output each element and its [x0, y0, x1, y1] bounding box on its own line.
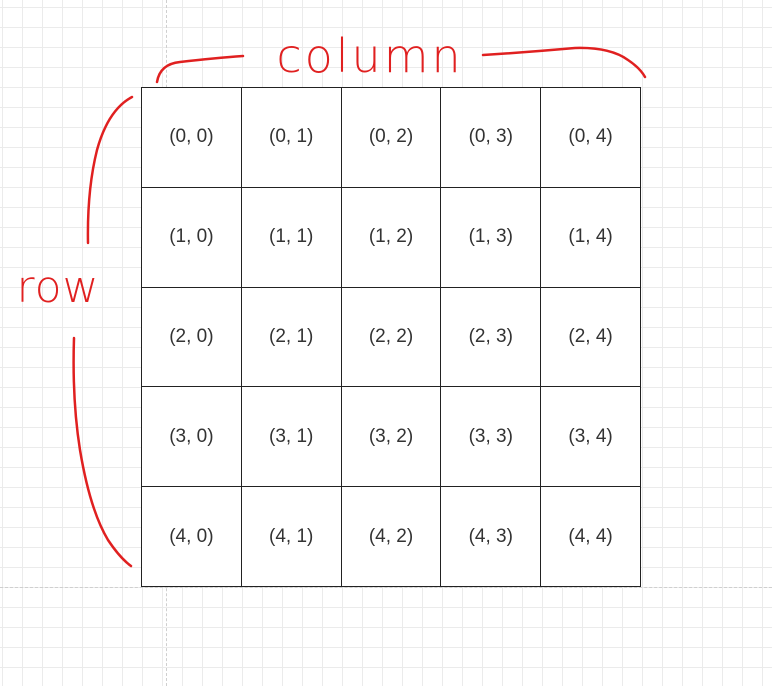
column-label: column: [276, 29, 463, 83]
grid-cell-0-1[interactable]: (0, 1): [241, 88, 342, 188]
row-bracket-top: [86, 95, 134, 245]
grid-cell-3-1[interactable]: (3, 1): [241, 387, 342, 488]
grid-cell-4-1[interactable]: (4, 1): [241, 487, 342, 587]
grid-cell-2-0[interactable]: (2, 0): [142, 287, 242, 388]
grid-cell-1-2[interactable]: (1, 2): [341, 187, 442, 288]
grid-cell-1-3[interactable]: (1, 3): [441, 187, 542, 288]
grid-cell-2-2[interactable]: (2, 2): [341, 287, 442, 388]
grid-cell-1-4[interactable]: (1, 4): [541, 187, 641, 288]
grid-cell-4-2[interactable]: (4, 2): [341, 487, 442, 587]
grid-cell-3-0[interactable]: (3, 0): [142, 387, 242, 488]
grid-cell-0-0[interactable]: (0, 0): [142, 88, 242, 188]
page-guide-horizontal: [0, 587, 772, 588]
grid-cell-2-3[interactable]: (2, 3): [441, 287, 542, 388]
grid-cell-3-4[interactable]: (3, 4): [541, 387, 641, 488]
column-bracket-right: [481, 46, 647, 79]
grid-cell-0-2[interactable]: (0, 2): [341, 88, 442, 188]
grid-cell-2-4[interactable]: (2, 4): [541, 287, 641, 388]
row-bracket-bottom: [72, 336, 133, 568]
row-label: row: [16, 262, 99, 313]
grid-cell-0-3[interactable]: (0, 3): [441, 88, 542, 188]
grid-cell-4-4[interactable]: (4, 4): [541, 487, 641, 587]
grid-cell-3-2[interactable]: (3, 2): [341, 387, 442, 488]
grid-cell-2-1[interactable]: (2, 1): [241, 287, 342, 388]
grid-cell-0-4[interactable]: (0, 4): [541, 88, 641, 188]
grid-cell-1-1[interactable]: (1, 1): [241, 187, 342, 288]
grid-cell-4-0[interactable]: (4, 0): [142, 487, 242, 587]
grid-cell-3-3[interactable]: (3, 3): [441, 387, 542, 488]
diagram-canvas: (0, 0) (0, 1) (0, 2) (0, 3) (0, 4) (1, 0…: [0, 0, 772, 686]
column-bracket-left: [155, 54, 245, 84]
matrix-grid: (0, 0) (0, 1) (0, 2) (0, 3) (0, 4) (1, 0…: [141, 87, 641, 587]
grid-cell-4-3[interactable]: (4, 3): [441, 487, 542, 587]
grid-cell-1-0[interactable]: (1, 0): [142, 187, 242, 288]
